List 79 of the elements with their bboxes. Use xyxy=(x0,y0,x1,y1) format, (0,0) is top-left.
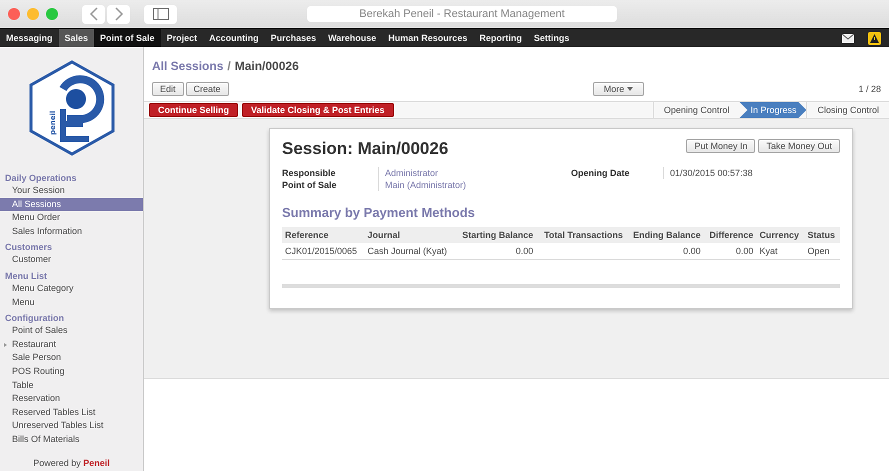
table-cell: 0.00 xyxy=(683,246,701,256)
section-heading: Menu List xyxy=(4,270,48,282)
column-header: Difference xyxy=(704,227,756,243)
app-nav-tab[interactable]: Point of Sale xyxy=(94,29,161,47)
field-value[interactable]: Main (Administrator) xyxy=(378,179,466,191)
stage-step[interactable]: Closing Control xyxy=(806,102,889,118)
table-cell: Kyat xyxy=(759,246,778,256)
address-bar[interactable]: Berekah Peneil - Restaurant Management xyxy=(307,6,617,22)
sidebar-item[interactable]: Menu Order xyxy=(0,211,143,225)
sidebar-item[interactable]: Customer xyxy=(0,253,143,267)
app-nav-tab[interactable]: Reporting xyxy=(473,29,528,47)
table-cell: 0.00 xyxy=(516,246,534,256)
sidebar-item[interactable]: All Sessions xyxy=(0,198,143,212)
field-value[interactable]: Administrator xyxy=(378,167,438,179)
app-nav-tab[interactable]: Messaging xyxy=(0,29,59,47)
sidebar-button[interactable] xyxy=(144,4,177,24)
column-header: Total Transactions xyxy=(536,227,626,243)
stage-step[interactable]: In Progress xyxy=(739,102,806,118)
column-header: Starting Balance xyxy=(454,227,536,243)
chevron-right-icon xyxy=(114,7,124,21)
close-icon[interactable] xyxy=(8,8,20,20)
sidebar-item[interactable]: Sale Person xyxy=(0,351,143,365)
mail-icon[interactable] xyxy=(842,34,854,42)
sidebar-item[interactable]: Your Session xyxy=(0,184,143,198)
app-nav-tab[interactable]: Settings xyxy=(528,29,576,47)
app-nav-tab[interactable]: Human Resources xyxy=(382,29,474,47)
sidebar-icon xyxy=(152,8,168,20)
column-header: Status xyxy=(804,227,840,243)
field-label: Responsible xyxy=(282,167,337,179)
caret-icon xyxy=(627,87,634,91)
sidebar-item[interactable]: Table xyxy=(0,378,143,392)
breadcrumb-link[interactable]: All Sessions xyxy=(152,59,224,73)
table-cell: Cash Journal (Kyat) xyxy=(367,246,448,256)
section-heading: Configuration xyxy=(4,312,65,324)
app-nav-tab[interactable]: Warehouse xyxy=(322,29,382,47)
sidebar-item[interactable]: Menu xyxy=(0,296,143,310)
chevron-left-icon xyxy=(88,7,98,21)
section-title: Summary by Payment Methods xyxy=(282,205,476,220)
money-button[interactable]: Take Money Out xyxy=(758,139,840,153)
warning-icon[interactable] xyxy=(868,32,881,44)
toolbar-button[interactable]: Edit xyxy=(152,82,184,96)
sidebar-item[interactable]: Unreserved Tables List xyxy=(0,419,143,433)
money-button[interactable]: Put Money In xyxy=(686,139,756,153)
form-title: Session: Main/00026 xyxy=(282,139,448,159)
sidebar-item[interactable]: Sales Information xyxy=(0,224,143,238)
sidebar-item[interactable]: Bills Of Materials xyxy=(0,432,143,446)
pager-text: 1 / 28 xyxy=(858,84,882,94)
sidebar-item[interactable]: Point of Sales xyxy=(0,324,143,338)
field-label: Point of Sale xyxy=(282,179,338,191)
breadcrumb-separator: / xyxy=(227,59,231,73)
sidebar-item[interactable]: Restaurant xyxy=(0,338,143,352)
sidebar-item[interactable]: POS Routing xyxy=(0,364,143,379)
action-button[interactable]: Validate Closing & Post Entries xyxy=(242,103,394,117)
column-header: Reference xyxy=(282,227,364,243)
forward-button[interactable] xyxy=(107,4,130,24)
back-button[interactable] xyxy=(82,4,105,24)
breadcrumb-current: Main/00026 xyxy=(234,59,299,73)
sidebar-item[interactable]: Reserved Tables List xyxy=(0,406,143,420)
more-dropdown[interactable]: More xyxy=(592,82,644,96)
action-button[interactable]: Continue Selling xyxy=(149,103,238,117)
field-label: Opening Date xyxy=(571,167,631,179)
table-cell: 0.00 xyxy=(736,246,754,256)
toolbar-button[interactable]: Create xyxy=(186,82,229,96)
app-nav-tab[interactable]: Purchases xyxy=(264,29,322,47)
table-cell: CJK01/2015/0065 xyxy=(285,246,358,256)
section-heading: Daily Operations xyxy=(4,172,78,184)
app-nav-tab[interactable]: Accounting xyxy=(203,29,265,47)
column-header: Currency xyxy=(756,227,805,243)
stage-step[interactable]: Opening Control xyxy=(652,102,740,118)
column-header: Journal xyxy=(364,227,455,243)
app-nav-tab[interactable]: Sales xyxy=(58,29,94,47)
sidebar-item[interactable]: Reservation xyxy=(0,392,143,406)
zoom-icon[interactable] xyxy=(46,8,58,20)
table-cell: Open xyxy=(808,246,830,256)
section-heading: Customers xyxy=(4,241,54,254)
app-nav-tab[interactable]: Project xyxy=(160,29,204,47)
sidebar-item[interactable]: Menu Category xyxy=(0,282,143,296)
column-header: Ending Balance xyxy=(626,227,704,243)
field-value: 01/30/2015 00:57:38 xyxy=(663,167,753,179)
